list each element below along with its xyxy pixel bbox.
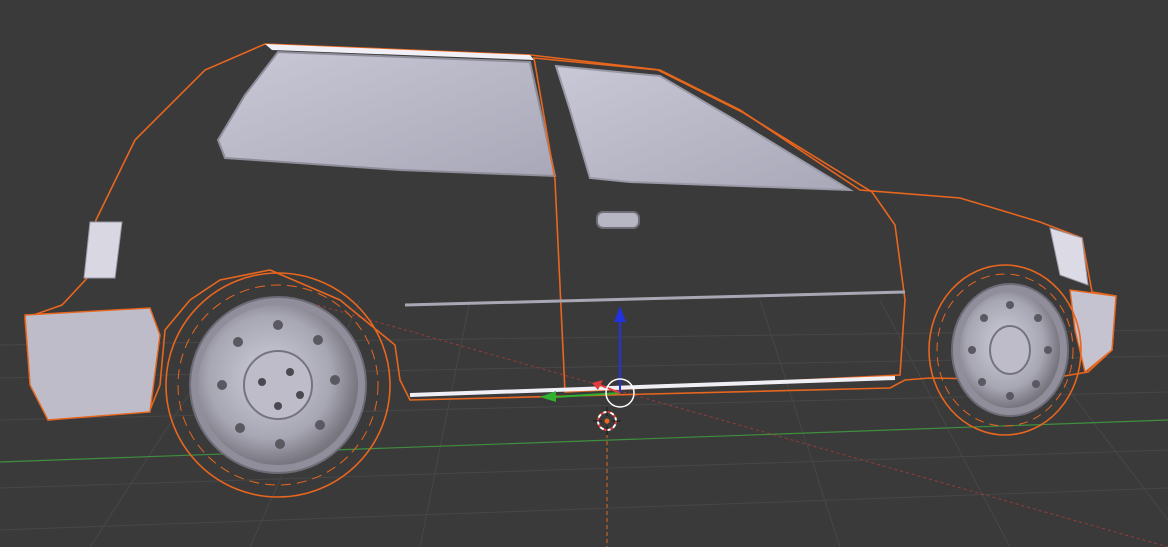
door-window [554, 64, 854, 192]
front-bumper [1069, 289, 1117, 374]
transform-gizmo-icon[interactable] [540, 306, 635, 408]
3d-viewport[interactable] [0, 0, 1168, 547]
car-model[interactable] [24, 43, 1117, 498]
gizmo-z-arrow[interactable] [614, 306, 626, 322]
body-sill [409, 376, 896, 397]
front-wheel[interactable] [928, 264, 1082, 436]
viewport-scene[interactable] [0, 0, 1168, 547]
gizmo-y-arrow[interactable] [540, 391, 556, 402]
rear-wheel[interactable] [165, 272, 391, 498]
body-crease [404, 290, 906, 307]
3d-cursor-icon [593, 407, 621, 435]
rear-window [216, 50, 557, 178]
rear-bumper [24, 307, 161, 421]
tail-light [83, 221, 123, 279]
headlight [1049, 227, 1089, 286]
door-handle [596, 211, 640, 229]
